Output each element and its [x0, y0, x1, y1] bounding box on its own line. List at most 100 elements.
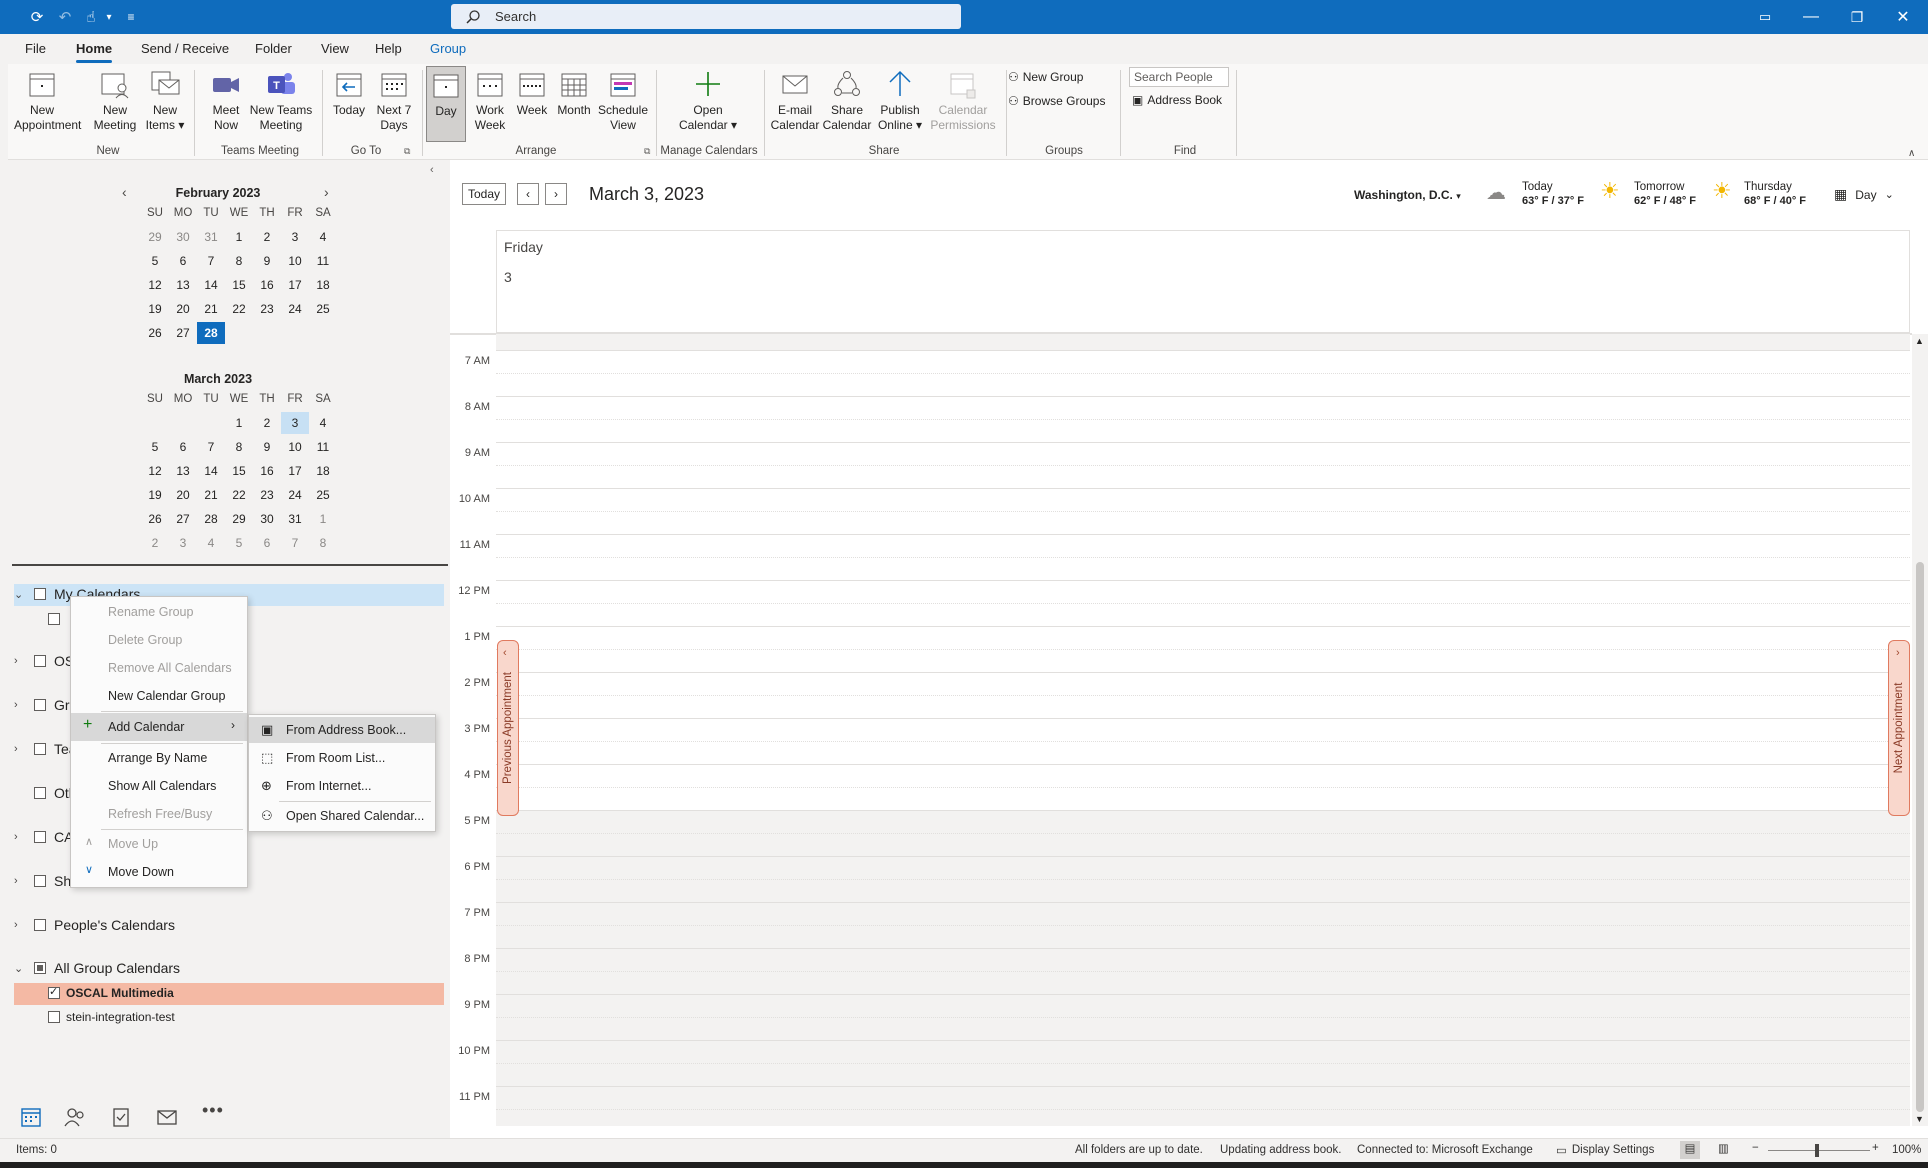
goto-dialog-launcher-icon[interactable]: ⧉ [404, 146, 410, 157]
customize-toolbar-icon[interactable]: ≡ [120, 6, 142, 28]
date-cell[interactable]: 2 [253, 416, 281, 430]
hour-row[interactable] [496, 396, 1910, 397]
zoom-in-icon[interactable]: + [1872, 1142, 1879, 1154]
date-cell[interactable]: 15 [225, 464, 253, 478]
date-cell[interactable]: 4 [309, 416, 337, 430]
hour-row[interactable] [496, 948, 1910, 949]
sync-icon[interactable]: ⟳ [26, 6, 48, 28]
checkbox[interactable] [34, 962, 46, 974]
date-cell[interactable]: 11 [309, 440, 337, 454]
checkbox[interactable] [48, 985, 60, 999]
menu-item-arrange-by-name[interactable]: Arrange By Name [71, 745, 247, 771]
zoom-slider[interactable] [1768, 1150, 1870, 1151]
touch-mode-dropdown-icon[interactable]: ▾ [98, 6, 120, 28]
date-cell[interactable]: 29 [141, 230, 169, 244]
date-cell[interactable]: 14 [197, 278, 225, 292]
people-nav-icon[interactable] [64, 1106, 86, 1128]
vertical-scrollbar[interactable]: ▲ ▼ [1912, 334, 1928, 1126]
date-cell[interactable]: 1 [225, 230, 253, 244]
new-items-button[interactable]: New Items ▾ [142, 68, 188, 133]
work-week-view-button[interactable]: Work Week [470, 68, 510, 133]
date-cell[interactable]: 12 [141, 464, 169, 478]
new-teams-meeting-button[interactable]: T New Teams Meeting [246, 68, 316, 133]
search-people-input[interactable]: Search People [1129, 67, 1229, 87]
date-cell[interactable]: 5 [141, 254, 169, 268]
date-cell[interactable]: 23 [253, 302, 281, 316]
mail-nav-icon[interactable] [156, 1106, 178, 1128]
hour-row[interactable] [496, 534, 1910, 535]
display-settings-button[interactable]: ▭ Display Settings [1556, 1143, 1654, 1157]
hour-row[interactable] [496, 994, 1910, 995]
time-grid[interactable]: 7 AM 8 AM 9 AM 10 AM 11 AM 12 PM 1 PM 2 PM 3 PM 4… [450, 334, 1912, 1126]
menu-item-refresh-free-busy[interactable]: Refresh Free/Busy [71, 801, 247, 827]
date-cell[interactable]: 5 [141, 440, 169, 454]
new-appointment-button[interactable]: New Appointment [14, 68, 81, 133]
tasks-nav-icon[interactable] [110, 1106, 132, 1128]
calendar-oscal-multimedia[interactable]: OSCAL Multimedia [48, 985, 174, 1000]
date-cell[interactable]: 28 [197, 322, 225, 344]
expand-caret-icon[interactable]: ⌄ [14, 588, 26, 601]
date-cell[interactable]: 27 [169, 326, 197, 340]
hour-row[interactable] [496, 626, 1910, 627]
date-cell[interactable]: 30 [253, 512, 281, 526]
date-cell[interactable]: 22 [225, 302, 253, 316]
group-gro[interactable]: › Gro [14, 697, 77, 713]
checkbox[interactable] [34, 831, 46, 843]
date-cell[interactable]: 12 [141, 278, 169, 292]
menu-folder[interactable]: Folder [255, 41, 292, 56]
week-view-button[interactable]: Week [512, 68, 552, 118]
date-cell[interactable]: 13 [169, 464, 197, 478]
menu-item-move-down[interactable]: ∨ Move Down [71, 859, 247, 885]
arrange-dialog-launcher-icon[interactable]: ⧉ [644, 146, 650, 157]
previous-appointment-button[interactable]: ‹ Previous Appointment [497, 640, 519, 816]
date-cell[interactable]: 18 [309, 278, 337, 292]
date-cell[interactable]: 28 [197, 512, 225, 526]
publish-online-button[interactable]: Publish Online ▾ [874, 68, 926, 133]
menu-item-from-room-list[interactable]: ⬚ From Room List... [249, 745, 435, 771]
scroll-down-icon[interactable]: ▼ [1915, 1114, 1924, 1124]
date-cell[interactable]: 6 [169, 254, 197, 268]
date-cell[interactable]: 1 [225, 416, 253, 430]
checkbox[interactable] [48, 1011, 60, 1023]
checkbox[interactable] [34, 743, 46, 755]
meet-now-button[interactable]: Meet Now [204, 68, 248, 133]
hour-row[interactable] [496, 810, 1910, 811]
zoom-slider-handle[interactable] [1815, 1144, 1819, 1157]
date-cell[interactable]: 19 [141, 302, 169, 316]
menu-item-remove-all-calendars[interactable]: Remove All Calendars [71, 655, 247, 681]
menu-item-delete-group[interactable]: Delete Group [71, 627, 247, 653]
menu-view[interactable]: View [321, 41, 349, 56]
date-cell[interactable]: 21 [197, 302, 225, 316]
group-tea[interactable]: › Tea [14, 741, 77, 757]
date-cell[interactable]: 25 [309, 302, 337, 316]
date-cell[interactable]: 4 [197, 536, 225, 550]
group-peoples-calendars[interactable]: › People's Calendars [14, 917, 175, 933]
menu-item-show-all-calendars[interactable]: Show All Calendars [71, 773, 247, 799]
date-cell[interactable]: 1 [309, 512, 337, 526]
normal-view-icon[interactable]: ▤ [1680, 1141, 1700, 1159]
menu-send-receive[interactable]: Send / Receive [141, 41, 229, 56]
hour-row[interactable] [496, 902, 1910, 903]
minimize-button[interactable]: — [1788, 0, 1834, 34]
date-cell[interactable]: 6 [169, 440, 197, 454]
date-cell[interactable]: 3 [281, 230, 309, 244]
today-ribbon-button[interactable]: Today [328, 68, 370, 118]
hour-row[interactable] [496, 856, 1910, 857]
day-view-button[interactable]: Day [426, 66, 466, 142]
menu-item-from-internet[interactable]: ⊕ From Internet... [249, 773, 435, 799]
date-cell[interactable]: 7 [197, 254, 225, 268]
menu-item-move-up[interactable]: ∧ Move Up [71, 831, 247, 857]
date-cell[interactable]: 16 [253, 464, 281, 478]
date-cell[interactable]: 7 [197, 440, 225, 454]
close-button[interactable]: ✕ [1880, 0, 1926, 34]
checkbox[interactable] [34, 919, 46, 931]
hour-row[interactable] [496, 764, 1910, 765]
date-cell[interactable]: 3 [281, 412, 309, 434]
calendar-stein-integration-test[interactable]: stein-integration-test [48, 1010, 175, 1024]
date-cell[interactable]: 25 [309, 488, 337, 502]
date-cell[interactable]: 8 [309, 536, 337, 550]
checkbox[interactable] [34, 787, 46, 799]
date-cell[interactable]: 24 [281, 488, 309, 502]
hour-row[interactable] [496, 488, 1910, 489]
date-cell[interactable]: 31 [197, 230, 225, 244]
